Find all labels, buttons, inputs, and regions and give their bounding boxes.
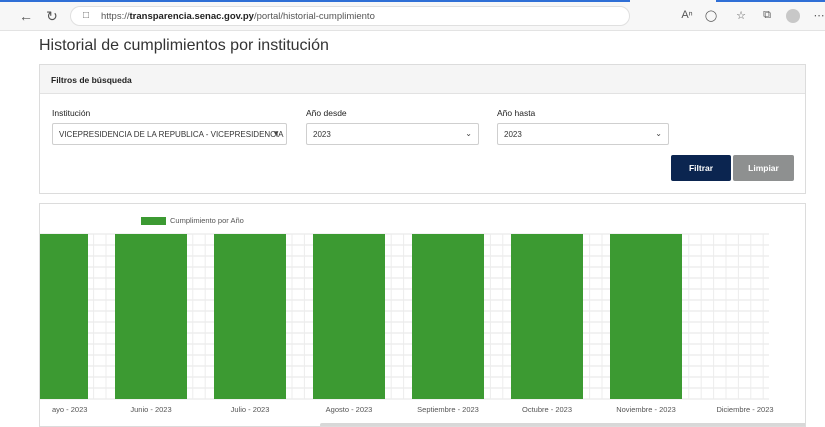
loading-bar (0, 0, 630, 2)
limpiar-button[interactable]: Limpiar (733, 155, 794, 181)
url-text: https://transparencia.senac.gov.py/porta… (101, 11, 375, 22)
institucion-select[interactable]: VICEPRESIDENCIA DE LA REPUBLICA - VICEPR… (52, 123, 287, 145)
x-tick-label: Noviembre - 2023 (616, 405, 676, 414)
x-tick-label: Diciembre - 2023 (716, 405, 773, 414)
page-title: Historial de cumplimientos por instituci… (39, 37, 329, 54)
refresh-icon[interactable]: ↻ (44, 8, 60, 24)
x-tick-label: ayo - 2023 (52, 405, 87, 414)
tracking-icon[interactable]: ◯ (704, 9, 718, 22)
read-aloud-icon[interactable]: Aⁿ (680, 9, 694, 21)
legend-swatch (141, 217, 166, 226)
loading-bar-segment (716, 0, 825, 2)
more-icon[interactable]: ⋯ (812, 9, 825, 22)
chevron-down-icon: ▼ (272, 129, 280, 138)
x-tick-label: Octubre - 2023 (522, 405, 572, 414)
x-tick-label: Agosto - 2023 (326, 405, 373, 414)
horizontal-scrollbar[interactable] (320, 423, 805, 426)
bar[interactable] (40, 234, 88, 399)
legend-label: Cumplimiento por Año (170, 216, 244, 225)
profile-avatar[interactable] (786, 9, 800, 23)
x-tick-label: Septiembre - 2023 (417, 405, 479, 414)
browser-toolbar: ← ↻ □ https://transparencia.senac.gov.py… (0, 0, 825, 31)
institucion-label: Institución (52, 108, 91, 118)
bar[interactable] (412, 234, 484, 399)
bar[interactable] (313, 234, 385, 399)
chart-card: ayo - 2023 Junio - 2023 Julio - 2023 Agosto… (39, 203, 806, 427)
anio-hasta-value: 2023 (504, 130, 522, 139)
bar[interactable] (610, 234, 682, 399)
collections-icon[interactable]: ⧉ (760, 9, 774, 22)
bar-chart: ayo - 2023 Junio - 2023 Julio - 2023 Agosto… (40, 233, 774, 414)
chevron-down-icon: ⌄ (655, 129, 662, 138)
x-tick-label: Julio - 2023 (231, 405, 270, 414)
bar[interactable] (214, 234, 286, 399)
filters-card: Filtros de búsqueda Institución VICEPRES… (39, 64, 806, 194)
institucion-value: VICEPRESIDENCIA DE LA REPUBLICA - VICEPR… (59, 130, 284, 139)
favorites-icon[interactable]: ☆ (734, 9, 748, 22)
filters-header: Filtros de búsqueda (40, 65, 805, 94)
bar[interactable] (511, 234, 583, 399)
anio-desde-value: 2023 (313, 130, 331, 139)
lock-icon: □ (83, 10, 90, 21)
address-bar[interactable]: □ https://transparencia.senac.gov.py/por… (70, 6, 630, 26)
anio-hasta-label: Año hasta (497, 108, 536, 118)
anio-desde-select[interactable]: 2023 ⌄ (306, 123, 479, 145)
bar[interactable] (115, 234, 187, 399)
anio-desde-label: Año desde (306, 108, 347, 118)
anio-hasta-select[interactable]: 2023 ⌄ (497, 123, 669, 145)
x-tick-label: Junio - 2023 (130, 405, 171, 414)
chart-legend[interactable]: Cumplimiento por Año (141, 216, 244, 226)
filtrar-button[interactable]: Filtrar (671, 155, 731, 181)
chevron-down-icon: ⌄ (465, 129, 472, 138)
back-icon[interactable]: ← (18, 8, 34, 24)
